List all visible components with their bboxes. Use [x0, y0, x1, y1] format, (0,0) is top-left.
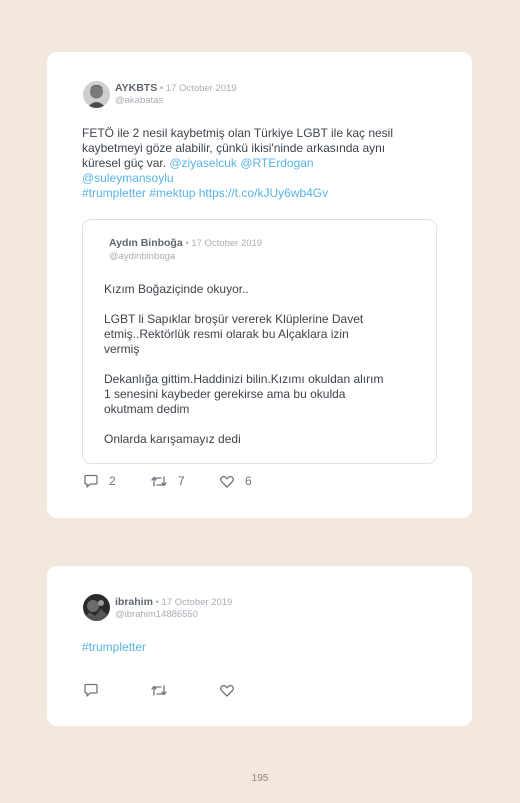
- quoted-text-line: vermiş: [104, 342, 140, 356]
- tweet-text-line: küresel güç var. @ziyaselcuk @RTErdogan: [82, 156, 442, 171]
- reply-count: 2: [109, 474, 116, 488]
- quoted-text-line: Onlarda karışamayız dedi: [104, 432, 241, 446]
- tweet-text: FETÖ ile 2 nesil kaybetmiş olan Türkiye …: [82, 126, 442, 201]
- author-handle[interactable]: @akabatas: [115, 95, 163, 107]
- reply-icon: [84, 474, 98, 488]
- tweet-card: AYKBTS • 17 October 2019 @akabatas FETÖ …: [47, 52, 472, 518]
- quoted-text-line: etmiş..Rektörlük resmi olarak bu Alçakla…: [104, 327, 349, 341]
- avatar-photo-icon: [83, 594, 110, 621]
- hashtag-link[interactable]: #mektup: [149, 186, 195, 200]
- like-button[interactable]: [219, 682, 235, 698]
- url-link[interactable]: https://t.co/kJUy6wb4Gv: [199, 186, 328, 200]
- retweet-icon: [151, 684, 167, 696]
- tweet-actions: [83, 682, 333, 698]
- tweet-card: ibrahim • 17 October 2019 @ibrahim148865…: [47, 566, 472, 726]
- quoted-tweet[interactable]: Aydın Binboğa • 17 October 2019 @aydinbi…: [82, 219, 437, 464]
- author-line: AYKBTS • 17 October 2019: [115, 82, 237, 95]
- heart-icon: [220, 684, 234, 697]
- author-avatar[interactable]: [83, 81, 110, 108]
- quoted-text-line: Kızım Boğaziçinde okuyor..: [104, 282, 249, 296]
- tweet-actions: 2 7 6: [83, 473, 333, 489]
- retweet-button[interactable]: 7: [150, 473, 185, 489]
- author-name[interactable]: ibrahim: [115, 596, 153, 608]
- reply-button[interactable]: [83, 682, 99, 698]
- quoted-text-line: LGBT li Sapıklar broşür vererek Klüpleri…: [104, 312, 364, 326]
- mention-link[interactable]: @RTErdogan: [240, 156, 313, 170]
- tweet-text-line: @suleymansoylu: [82, 171, 442, 186]
- heart-icon: [220, 475, 234, 488]
- tweet-date[interactable]: 17 October 2019: [162, 597, 233, 608]
- avatar-photo-icon: [83, 81, 110, 108]
- hashtag-link[interactable]: #trumpletter: [82, 640, 146, 654]
- tweet-text-line: kaybetmeyi göze alabilir, çünkü ikisi'ni…: [82, 141, 386, 155]
- mention-link[interactable]: @ziyaselcuk: [169, 156, 237, 170]
- tweet-date[interactable]: 17 October 2019: [166, 83, 237, 94]
- like-button[interactable]: 6: [219, 473, 252, 489]
- separator: •: [157, 83, 166, 94]
- author-handle[interactable]: @ibrahim14886550: [115, 609, 198, 621]
- author-line: ibrahim • 17 October 2019: [115, 596, 232, 609]
- retweet-count: 7: [178, 474, 185, 488]
- retweet-button[interactable]: [150, 682, 168, 698]
- tweet-text-line: FETÖ ile 2 nesil kaybetmiş olan Türkiye …: [82, 126, 394, 140]
- quoted-author-name[interactable]: Aydın Binboğa: [109, 237, 183, 249]
- like-count: 6: [245, 474, 252, 488]
- quoted-text-line: Dekanlığa gittim.Haddinizi bilin.Kızımı …: [104, 372, 384, 386]
- reply-button[interactable]: 2: [83, 473, 116, 489]
- quoted-text-line: 1 senesini kaybeder gerekirse ama bu oku…: [104, 387, 346, 401]
- quoted-handle[interactable]: @aydinbinboga: [109, 251, 175, 262]
- mention-link[interactable]: @suleymansoylu: [82, 171, 174, 185]
- separator: •: [152, 597, 162, 608]
- tweet-text-line: #trumpletter #mektup https://t.co/kJUy6w…: [82, 186, 442, 201]
- quoted-date[interactable]: 17 October 2019: [191, 238, 262, 249]
- tweet-text: #trumpletter: [82, 640, 146, 655]
- author-avatar[interactable]: [83, 594, 110, 621]
- retweet-icon: [151, 475, 167, 487]
- hashtag-link[interactable]: #trumpletter: [82, 186, 146, 200]
- quoted-author-line: Aydın Binboğa • 17 October 2019: [109, 237, 262, 249]
- reply-icon: [84, 683, 98, 697]
- author-name[interactable]: AYKBTS: [115, 82, 157, 94]
- quoted-text-line: okutmam dedim: [104, 402, 190, 416]
- page-number: 195: [251, 773, 269, 784]
- tweet-text-segment: küresel güç var.: [82, 156, 170, 170]
